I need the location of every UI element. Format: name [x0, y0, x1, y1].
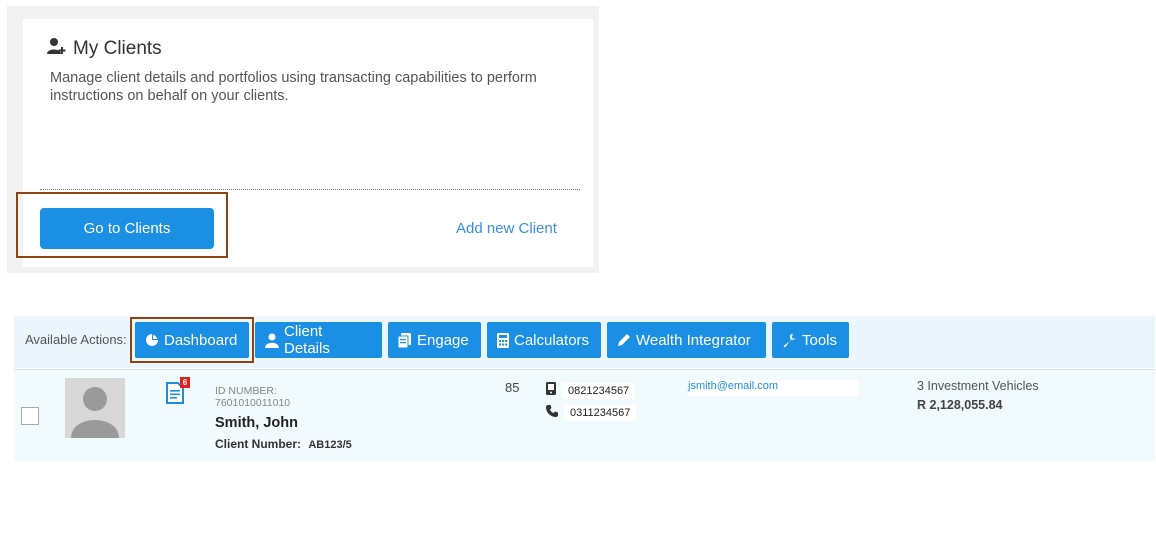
- calculator-icon: [497, 332, 509, 348]
- calculators-button[interactable]: Calculators: [487, 322, 601, 358]
- phone-number: 0311234567: [564, 405, 637, 421]
- wrench-icon: [782, 333, 797, 348]
- client-number: Client Number: AB123/5: [215, 437, 352, 451]
- pencil-icon: [617, 333, 631, 347]
- id-number-value: 7601010011010: [215, 397, 291, 409]
- engage-label: Engage: [417, 331, 469, 349]
- documents-icon: [398, 332, 412, 348]
- phone-row: 0311234567: [546, 404, 637, 422]
- go-to-clients-button[interactable]: Go to Clients: [40, 208, 214, 249]
- mobile-phone-icon: [546, 382, 556, 400]
- wealth-integrator-label: Wealth Integrator: [636, 331, 751, 349]
- divider: [14, 369, 1155, 370]
- investment-vehicles: 3 Investment Vehicles: [917, 379, 1039, 393]
- client-name[interactable]: Smith, John: [215, 415, 298, 431]
- card-header: My Clients: [47, 37, 162, 60]
- phone-icon: [546, 404, 558, 422]
- tools-label: Tools: [802, 331, 838, 349]
- id-number-label: ID NUMBER:: [215, 385, 277, 397]
- add-new-client-link[interactable]: Add new Client: [456, 220, 557, 237]
- client-row: 6 ID NUMBER: 7601010011010 Smith, John C…: [14, 369, 1155, 461]
- client-details-label: Client Details: [284, 323, 330, 357]
- client-number-label: Client Number:: [215, 437, 302, 451]
- client-number-value: AB123/5: [308, 439, 352, 451]
- email-link[interactable]: jsmith@email.com: [688, 380, 858, 396]
- dashboard-button[interactable]: Dashboard: [135, 322, 249, 358]
- portfolio-value: R 2,128,055.84: [917, 398, 1003, 412]
- select-checkbox[interactable]: [21, 407, 39, 425]
- actions-label: Available Actions:: [25, 332, 127, 347]
- mobile-row: 0821234567: [546, 382, 636, 400]
- tools-button[interactable]: Tools: [772, 322, 849, 358]
- client-age: 85: [505, 380, 520, 395]
- my-clients-card: My Clients Manage client details and por…: [16, 19, 593, 267]
- add-user-icon: [47, 37, 67, 60]
- engage-button[interactable]: Engage: [388, 322, 481, 358]
- divider: [40, 189, 580, 190]
- my-clients-panel: My Clients Manage client details and por…: [7, 6, 599, 273]
- actions-bar: Available Actions: Dashboard Client Deta…: [14, 316, 1155, 368]
- mobile-number: 0821234567: [562, 383, 636, 399]
- wealth-integrator-button[interactable]: Wealth Integrator: [607, 322, 766, 358]
- card-title: My Clients: [73, 37, 162, 59]
- client-details-button[interactable]: Client Details: [255, 322, 382, 358]
- dashboard-label: Dashboard: [164, 331, 238, 349]
- card-description: Manage client details and portfolios usi…: [50, 70, 537, 104]
- pie-chart-icon: [145, 333, 159, 347]
- calculators-label: Calculators: [514, 331, 590, 349]
- notification-badge: 6: [180, 377, 190, 388]
- avatar: [65, 378, 125, 438]
- user-icon: [265, 333, 279, 348]
